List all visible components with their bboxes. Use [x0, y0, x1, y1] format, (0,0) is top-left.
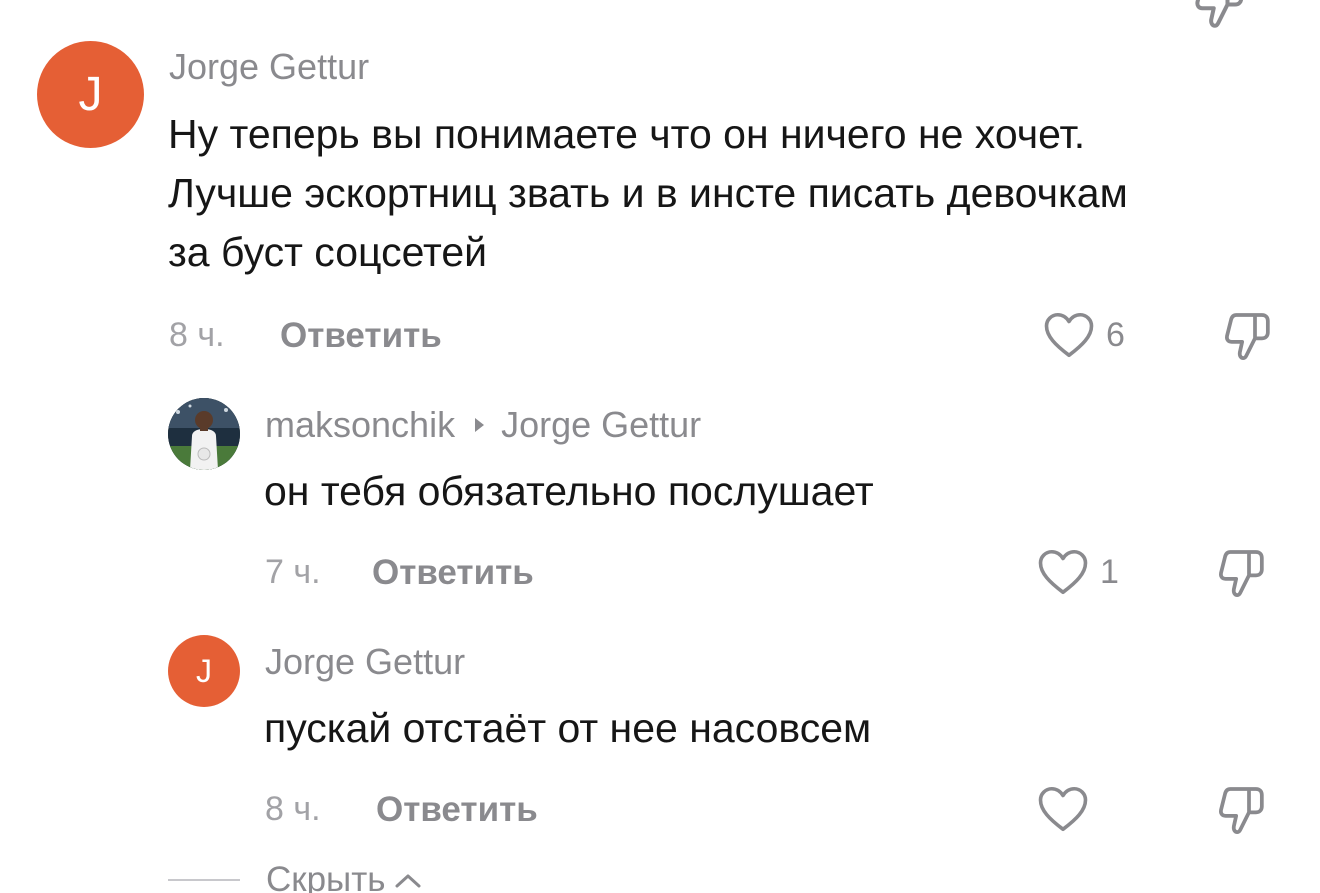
chevron-up-icon: [395, 874, 421, 888]
comment-time: 7 ч.: [265, 553, 321, 591]
comment-text: он тебя обязательно послушает: [264, 462, 874, 521]
comment-text: Ну теперь вы понимаете что он ничего не …: [168, 105, 1128, 282]
comment-time: 8 ч.: [265, 790, 321, 828]
like-button[interactable]: 1: [1036, 547, 1119, 597]
like-button[interactable]: 6: [1042, 310, 1125, 360]
divider: [168, 879, 240, 881]
comment-text-line: за буст соцсетей: [168, 229, 488, 275]
heart-icon: [1038, 549, 1088, 595]
reply-to-name[interactable]: Jorge Gettur: [501, 404, 701, 446]
dislike-icon-previous[interactable]: [1190, 0, 1250, 32]
comment-text-line: Лучше эскортниц звать и в инсте писать д…: [168, 170, 1128, 216]
reply-button[interactable]: Ответить: [376, 790, 538, 830]
like-button[interactable]: [1036, 784, 1100, 834]
hide-replies-label: Скрыть: [266, 860, 386, 893]
comment-text-line: Ну теперь вы понимаете что он ничего не …: [168, 111, 1086, 157]
avatar-letter: J: [78, 68, 103, 121]
reply-button[interactable]: Ответить: [372, 553, 534, 593]
comment-author[interactable]: Jorge Gettur: [169, 46, 369, 88]
like-count: 1: [1100, 552, 1119, 591]
comment-text-line: пускай отстаёт от нее насовсем: [264, 705, 872, 751]
like-count: 6: [1106, 315, 1125, 354]
comment-text-line: он тебя обязательно послушает: [264, 468, 874, 514]
comments-thread: J Jorge Gettur Ну теперь вы понимаете чт…: [0, 0, 1320, 893]
avatar[interactable]: J: [168, 635, 240, 707]
avatar-letter: J: [196, 652, 212, 689]
reply-button[interactable]: Ответить: [280, 316, 442, 356]
avatar[interactable]: J: [37, 41, 144, 148]
avatar-photo: [168, 398, 240, 470]
hide-replies-button[interactable]: Скрыть: [168, 860, 423, 893]
comment-author[interactable]: Jorge Gettur: [265, 641, 465, 683]
dislike-icon[interactable]: [1220, 308, 1276, 364]
comment-author[interactable]: maksonchik Jorge Gettur: [265, 404, 701, 446]
comment-time: 8 ч.: [169, 316, 225, 354]
heart-icon: [1038, 786, 1088, 832]
dislike-icon[interactable]: [1214, 545, 1270, 601]
author-name: maksonchik: [265, 404, 456, 445]
avatar[interactable]: [168, 398, 240, 470]
reply-arrow-icon: [475, 418, 485, 432]
dislike-icon[interactable]: [1214, 782, 1270, 838]
heart-icon: [1044, 312, 1094, 358]
comment-text: пускай отстаёт от нее насовсем: [264, 699, 871, 758]
